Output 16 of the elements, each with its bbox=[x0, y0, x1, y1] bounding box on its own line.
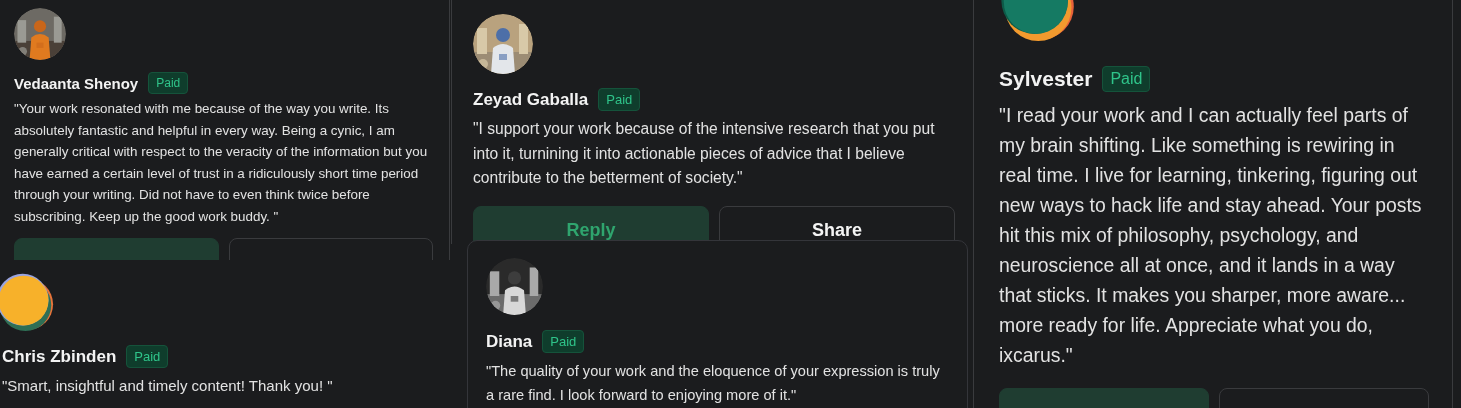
commenter-name: Sylvester bbox=[999, 67, 1093, 91]
paid-badge: Paid bbox=[126, 345, 169, 368]
comment-text: "I read your work and I can actually feel parts of my brain shifting. Like something is rewiring in real time. I live for learning, tinkering, figuring out new ways to hack life and stay ahead. Your posts hit this mix of philosophy, psychology, and neuroscience all at once, and it lands in a way that sticks. It makes you sharper, more aware... more ready for life. Appreciate what you do, ixcarus." bbox=[999, 103, 1423, 368]
commenter-name: Chris Zbinden bbox=[2, 346, 117, 367]
commenter-name: Zeyad Gaballa bbox=[473, 89, 589, 110]
commenter-name: Vedaanta Shenoy bbox=[14, 74, 139, 92]
commenter-name: Diana bbox=[486, 331, 533, 352]
paid-badge: Paid bbox=[598, 88, 641, 111]
comment-text: "Your work resonated with me because of the way you write. Its absolutely fantastic and helpful in every way. Being a cynic, I am generally critical with respect to the veracity of the information but you have earned a certain level of trust in a ridiculously short time period through your writing. Did not have to even think twice before subscribing. Keep up the good work buddy. " bbox=[14, 100, 429, 226]
paid-badge: Paid bbox=[1102, 66, 1151, 92]
comment-text: "Smart, insightful and timely content! Thank you! " bbox=[2, 376, 334, 396]
avatar-icon bbox=[0, 272, 54, 331]
paid-badge: Paid bbox=[542, 330, 585, 353]
comment-text: "I support your work because of the intensive research that you put into it, turnining it into actionable pieces of advice that I believe contribute to the betterment of society." bbox=[473, 119, 936, 188]
comment-text: "The quality of your work and the eloquence of your expression is truly a rare find. I look forward to enjoying more of it." bbox=[486, 362, 941, 405]
paid-badge: Paid bbox=[148, 72, 189, 94]
